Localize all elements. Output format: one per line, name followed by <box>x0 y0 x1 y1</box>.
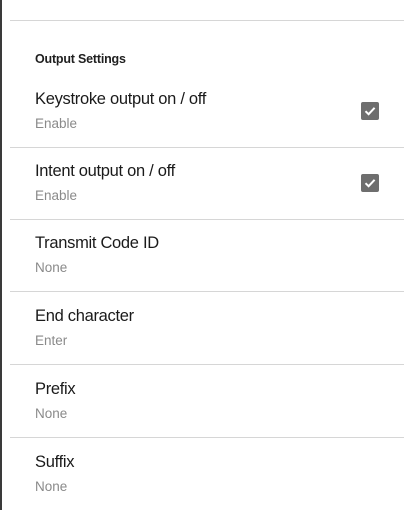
pref-summary: None <box>35 260 68 275</box>
top-divider <box>10 20 404 21</box>
pref-summary: None <box>35 479 68 494</box>
pref-keystroke-output[interactable]: Keystroke output on / off Enable <box>10 76 404 148</box>
intent-output-checkbox[interactable] <box>361 174 379 192</box>
pref-summary: Enter <box>35 333 68 348</box>
settings-screen: Output Settings Keystroke output on / of… <box>0 0 404 510</box>
pref-summary: None <box>35 406 68 421</box>
pref-title: Prefix <box>35 380 76 398</box>
pref-prefix[interactable]: Prefix None <box>10 366 404 438</box>
section-header-output-settings: Output Settings <box>35 52 126 66</box>
pref-intent-output[interactable]: Intent output on / off Enable <box>10 148 404 220</box>
pref-end-character[interactable]: End character Enter <box>10 293 404 365</box>
pref-title: Suffix <box>35 453 75 471</box>
pref-summary: Enable <box>35 188 78 203</box>
keystroke-output-checkbox[interactable] <box>361 102 379 120</box>
check-icon <box>364 107 376 116</box>
pref-title: Keystroke output on / off <box>35 90 207 108</box>
pref-title: Transmit Code ID <box>35 234 159 252</box>
pref-title: End character <box>35 307 134 325</box>
row-divider <box>10 364 404 365</box>
pref-title: Intent output on / off <box>35 162 175 180</box>
check-icon <box>364 179 376 188</box>
pref-suffix[interactable]: Suffix None <box>10 439 404 511</box>
row-divider <box>10 291 404 292</box>
row-divider <box>10 437 404 438</box>
pref-transmit-code-id[interactable]: Transmit Code ID None <box>10 220 404 292</box>
pref-summary: Enable <box>35 116 78 131</box>
